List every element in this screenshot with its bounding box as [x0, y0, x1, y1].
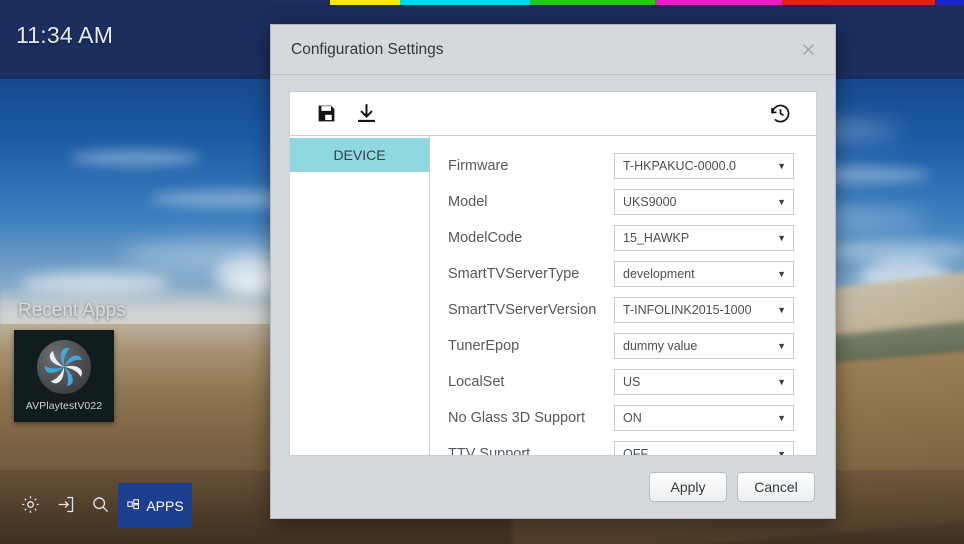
app-tile-label: AVPlaytestV022	[25, 400, 103, 412]
color-bar-segment-magenta	[655, 0, 782, 5]
pinwheel-icon	[37, 340, 91, 394]
select-value: T-INFOLINK2015-1000	[623, 303, 752, 317]
desktop-clock: 11:34 AM	[16, 22, 114, 48]
form-row: ModelCode 15_HAWKP ▼	[448, 220, 794, 256]
form-row: Model UKS9000 ▼	[448, 184, 794, 220]
form-row: TTV Support OFF ▼	[448, 436, 794, 455]
apps-grid-icon	[126, 497, 141, 515]
form-label: No Glass 3D Support	[448, 410, 586, 426]
screen: 11:34 AM Recent Apps AVPlaytestV022 APPS…	[0, 0, 964, 544]
dialog-toolbar	[289, 91, 817, 135]
login-arrow-icon[interactable]	[53, 492, 77, 516]
form-label: SmartTVServerVersion	[448, 302, 597, 318]
dialog-titlebar: Configuration Settings	[271, 25, 835, 75]
cancel-button[interactable]: Cancel	[737, 472, 815, 502]
form-row: LocalSet US ▼	[448, 364, 794, 400]
chevron-down-icon: ▼	[777, 160, 786, 171]
cloud-wisp	[70, 150, 200, 166]
import-button[interactable]	[346, 98, 386, 130]
color-bar-segment-green	[530, 0, 655, 5]
select-localset[interactable]: US ▼	[614, 369, 794, 395]
form-label: TTV Support	[448, 446, 531, 455]
select-smarttvservertype[interactable]: development ▼	[614, 261, 794, 287]
select-value: dummy value	[623, 339, 698, 353]
select-value: development	[623, 267, 695, 281]
color-bar-segment-blue	[935, 0, 964, 5]
select-no-glass-3d-support[interactable]: ON ▼	[614, 405, 794, 431]
select-value: UKS9000	[623, 195, 677, 209]
color-bar-segment-cyan	[400, 0, 530, 5]
apps-button-label: APPS	[146, 497, 184, 514]
chevron-down-icon: ▼	[777, 412, 786, 423]
select-tunerepop[interactable]: dummy value ▼	[614, 333, 794, 359]
taskbar	[18, 492, 112, 516]
app-tile[interactable]: AVPlaytestV022	[14, 330, 114, 422]
dialog-nav: DEVICE	[290, 136, 430, 455]
chevron-down-icon: ▼	[777, 340, 786, 351]
chevron-down-icon: ▼	[777, 232, 786, 243]
form-row: TunerEpop dummy value ▼	[448, 328, 794, 364]
form-row: SmartTVServerVersion T-INFOLINK2015-1000 ▼	[448, 292, 794, 328]
history-button[interactable]	[760, 98, 800, 130]
configuration-settings-dialog: Configuration Settings DEVICE Firmware T…	[270, 24, 836, 519]
dialog-footer: Apply Cancel	[271, 456, 835, 518]
form-label: LocalSet	[448, 374, 505, 390]
select-value: OFF	[623, 447, 648, 455]
select-value: 15_HAWKP	[623, 231, 690, 245]
nav-item-device[interactable]: DEVICE	[290, 138, 429, 172]
form-label: Firmware	[448, 158, 509, 174]
color-bar-segment-navy	[0, 0, 330, 5]
apps-button[interactable]: APPS	[118, 483, 192, 528]
dialog-title: Configuration Settings	[291, 40, 444, 58]
search-icon[interactable]	[88, 492, 112, 516]
select-modelcode[interactable]: 15_HAWKP ▼	[614, 225, 794, 251]
select-value: ON	[623, 411, 642, 425]
dialog-form: Firmware T-HKPAKUC-0000.0 ▼ Model UKS9000 ▼ Mo…	[430, 136, 816, 455]
recent-apps-panel: Recent Apps AVPlaytestV022	[0, 300, 290, 422]
recent-apps-title: Recent Apps	[18, 300, 126, 321]
dialog-body: DEVICE Firmware T-HKPAKUC-0000.0 ▼ Model UKS…	[271, 75, 835, 456]
chevron-down-icon: ▼	[777, 268, 786, 279]
gear-icon[interactable]	[18, 492, 42, 516]
save-button[interactable]	[306, 98, 346, 130]
chevron-down-icon: ▼	[777, 376, 786, 387]
form-row: Firmware T-HKPAKUC-0000.0 ▼	[448, 148, 794, 184]
chevron-down-icon: ▼	[777, 304, 786, 315]
top-color-bar	[0, 0, 964, 5]
select-firmware[interactable]: T-HKPAKUC-0000.0 ▼	[614, 153, 794, 179]
form-row: SmartTVServerType development ▼	[448, 256, 794, 292]
chevron-down-icon: ▼	[777, 196, 786, 207]
dialog-panel: DEVICE Firmware T-HKPAKUC-0000.0 ▼ Model UKS…	[289, 135, 817, 456]
select-ttv-support[interactable]: OFF ▼	[614, 441, 794, 455]
form-row: No Glass 3D Support ON ▼	[448, 400, 794, 436]
form-label: ModelCode	[448, 230, 523, 246]
color-bar-segment-yellow	[330, 0, 400, 5]
color-bar-segment-red	[782, 0, 935, 5]
form-label: SmartTVServerType	[448, 266, 580, 282]
select-smarttvserverversion[interactable]: T-INFOLINK2015-1000 ▼	[614, 297, 794, 323]
chevron-down-icon: ▼	[777, 448, 786, 455]
form-label: Model	[448, 194, 488, 210]
select-model[interactable]: UKS9000 ▼	[614, 189, 794, 215]
close-icon[interactable]	[795, 37, 821, 63]
select-value: US	[623, 375, 641, 389]
apply-button[interactable]: Apply	[649, 472, 727, 502]
select-value: T-HKPAKUC-0000.0	[623, 159, 737, 173]
form-label: TunerEpop	[448, 338, 520, 354]
